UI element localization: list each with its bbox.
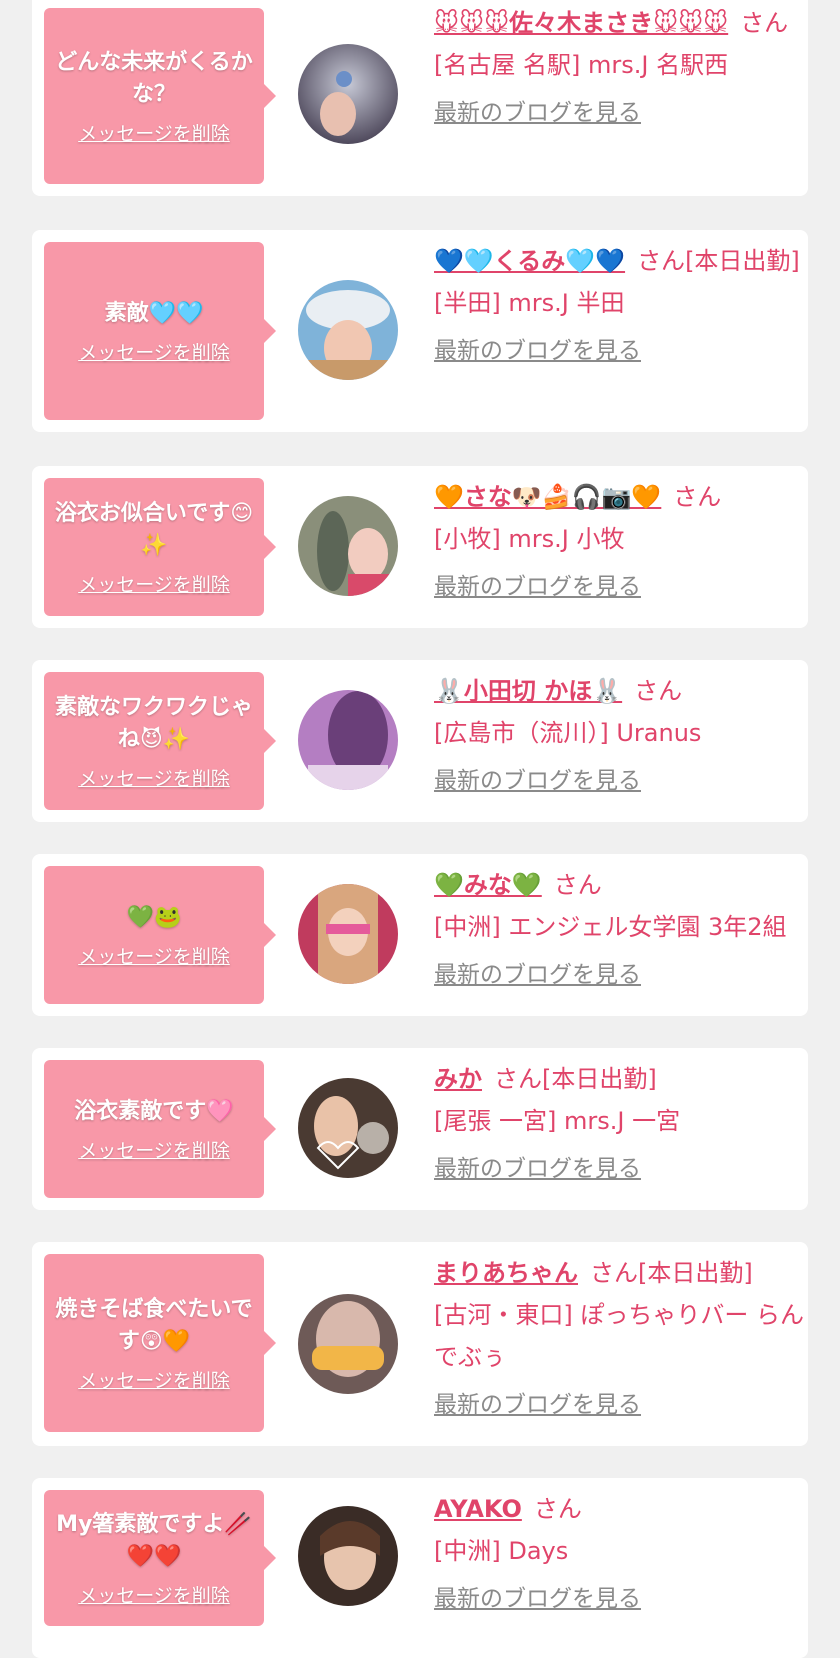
message-bubble: 素敵🩵🩵 メッセージを削除: [44, 242, 276, 420]
message-bubble: 素敵なワクワクじゃね😈✨ メッセージを削除: [44, 672, 276, 810]
avatar[interactable]: [298, 690, 398, 790]
avatar-image: [298, 1078, 398, 1178]
latest-blog-link[interactable]: 最新のブログを見る: [434, 1384, 641, 1426]
message-text: 焼きそば食べたいです😲🧡: [55, 1296, 253, 1354]
status-suffix: [本日出勤]: [685, 247, 800, 275]
sender-info: 💚みな💚 さん [中洲] エンジェル女学園 3年2組 最新のブログを見る: [434, 864, 804, 996]
message-bubble: どんな未来がくるかな？ メッセージを削除: [44, 8, 276, 184]
latest-blog-link[interactable]: 最新のブログを見る: [434, 566, 641, 608]
delete-message-link[interactable]: メッセージを削除: [78, 1366, 230, 1393]
message-card: 素敵🩵🩵 メッセージを削除 💙🩵くるみ🩵💙 さん[本日出勤] [半田] mrs.J…: [32, 230, 808, 432]
honorific: さん: [637, 247, 686, 275]
shop-name: [名古屋 名駅] mrs.J 名駅西: [434, 51, 729, 79]
avatar[interactable]: [298, 884, 398, 984]
avatar[interactable]: [298, 1078, 398, 1178]
message-card: 浴衣素敵です🩷 メッセージを削除 みか さん[本日出勤] [尾張 一宮] mrs.…: [32, 1048, 808, 1210]
delete-message-link[interactable]: メッセージを削除: [78, 570, 230, 597]
shop-name: [尾張 一宮] mrs.J 一宮: [434, 1107, 681, 1135]
shop-name: [広島市（流川）] Uranus: [434, 719, 702, 747]
message-bubble: My箸素敵ですよ🥢❤️❤️ メッセージを削除: [44, 1490, 276, 1626]
message-text: 浴衣素敵です🩷: [74, 1098, 234, 1124]
sender-info: AYAKO さん [中洲] Days 最新のブログを見る: [434, 1488, 804, 1620]
shop-name: [半田] mrs.J 半田: [434, 289, 625, 317]
sender-info: みか さん[本日出勤] [尾張 一宮] mrs.J 一宮 最新のブログを見る: [434, 1058, 804, 1190]
shop-name: [中洲] エンジェル女学園 3年2組: [434, 913, 787, 941]
sender-name-link[interactable]: AYAKO: [434, 1495, 522, 1523]
sender-name-link[interactable]: 🐰小田切 かほ🐰: [434, 677, 622, 705]
message-card: My箸素敵ですよ🥢❤️❤️ メッセージを削除 AYAKO さん [中洲] Days…: [32, 1478, 808, 1658]
avatar[interactable]: [298, 280, 398, 380]
honorific: さん: [553, 871, 602, 899]
avatar[interactable]: [298, 1506, 398, 1606]
message-bubble: 焼きそば食べたいです😲🧡 メッセージを削除: [44, 1254, 276, 1432]
avatar-image: [298, 1294, 398, 1394]
honorific: さん: [533, 1495, 582, 1523]
latest-blog-link[interactable]: 最新のブログを見る: [434, 760, 641, 802]
sender-name-link[interactable]: 💚みな💚: [434, 871, 542, 899]
message-bubble: 浴衣お似合いです😊✨ メッセージを削除: [44, 478, 276, 616]
latest-blog-link[interactable]: 最新のブログを見る: [434, 1578, 641, 1620]
message-text: My箸素敵ですよ🥢❤️❤️: [56, 1511, 252, 1569]
sender-name-link[interactable]: みか: [434, 1065, 482, 1093]
message-card: どんな未来がくるかな？ メッセージを削除 🐭🐭🐭佐々木まさき🐭🐭🐭 さん [名古屋…: [32, 0, 808, 196]
avatar[interactable]: [298, 1294, 398, 1394]
shop-name: [小牧] mrs.J 小牧: [434, 525, 625, 553]
delete-message-link[interactable]: メッセージを削除: [78, 764, 230, 791]
latest-blog-link[interactable]: 最新のブログを見る: [434, 1148, 641, 1190]
message-text: 素敵なワクワクじゃね😈✨: [54, 694, 253, 752]
sender-name-link[interactable]: まりあちゃん: [434, 1259, 578, 1287]
delete-message-link[interactable]: メッセージを削除: [78, 1581, 230, 1608]
honorific: さん: [494, 1065, 542, 1093]
message-card: 焼きそば食べたいです😲🧡 メッセージを削除 まりあちゃん さん[本日出勤] [古河…: [32, 1242, 808, 1446]
honorific: さん: [590, 1259, 638, 1287]
sender-info: 🐭🐭🐭佐々木まさき🐭🐭🐭 さん [名古屋 名駅] mrs.J 名駅西 最新のブログ…: [434, 2, 804, 134]
avatar[interactable]: [298, 496, 398, 596]
message-card: 浴衣お似合いです😊✨ メッセージを削除 🧡さな🐶🍰🎧📷🧡 さん [小牧] mrs.…: [32, 466, 808, 628]
sender-info: まりあちゃん さん[本日出勤] [古河・東口] ぽっちゃりバー らんでぶぅ 最新の…: [434, 1252, 804, 1426]
delete-message-link[interactable]: メッセージを削除: [78, 119, 230, 146]
sender-name-link[interactable]: 🧡さな🐶🍰🎧📷🧡: [434, 483, 661, 511]
avatar-image: [298, 44, 398, 144]
latest-blog-link[interactable]: 最新のブログを見る: [434, 954, 641, 996]
message-text: どんな未来がくるかな？: [55, 49, 253, 107]
sender-info: 💙🩵くるみ🩵💙 さん[本日出勤] [半田] mrs.J 半田 最新のブログを見る: [434, 240, 804, 372]
latest-blog-link[interactable]: 最新のブログを見る: [434, 92, 641, 134]
avatar-image: [298, 496, 398, 596]
status-suffix: [本日出勤]: [638, 1259, 753, 1287]
shop-name: [古河・東口] ぽっちゃりバー らんでぶぅ: [434, 1301, 804, 1371]
delete-message-link[interactable]: メッセージを削除: [78, 1136, 230, 1163]
avatar-image: [298, 884, 398, 984]
delete-message-link[interactable]: メッセージを削除: [78, 338, 230, 365]
honorific: さん: [673, 483, 722, 511]
message-card: 素敵なワクワクじゃね😈✨ メッセージを削除 🐰小田切 かほ🐰 さん [広島市（流川…: [32, 660, 808, 822]
shop-name: [中洲] Days: [434, 1537, 569, 1565]
sender-info: 🧡さな🐶🍰🎧📷🧡 さん [小牧] mrs.J 小牧 最新のブログを見る: [434, 476, 804, 608]
message-bubble: 浴衣素敵です🩷 メッセージを削除: [44, 1060, 276, 1198]
sender-name-link[interactable]: 🐭🐭🐭佐々木まさき🐭🐭🐭: [434, 9, 728, 37]
message-text: 素敵🩵🩵: [104, 300, 204, 326]
sender-name-link[interactable]: 💙🩵くるみ🩵💙: [434, 247, 625, 275]
status-suffix: [本日出勤]: [542, 1065, 657, 1093]
message-text: 💚🐸: [126, 904, 182, 930]
honorific: さん: [634, 677, 683, 705]
avatar-image: [298, 280, 398, 380]
latest-blog-link[interactable]: 最新のブログを見る: [434, 330, 641, 372]
message-text: 浴衣お似合いです😊✨: [54, 500, 254, 558]
honorific: さん: [740, 9, 789, 37]
message-bubble: 💚🐸 メッセージを削除: [44, 866, 276, 1004]
message-card: 💚🐸 メッセージを削除 💚みな💚 さん [中洲] エンジェル女学園 3年2組 最新…: [32, 854, 808, 1016]
sender-info: 🐰小田切 かほ🐰 さん [広島市（流川）] Uranus 最新のブログを見る: [434, 670, 804, 802]
avatar-image: [298, 690, 398, 790]
avatar-image: [298, 1506, 398, 1606]
avatar[interactable]: [298, 44, 398, 144]
delete-message-link[interactable]: メッセージを削除: [78, 942, 230, 969]
